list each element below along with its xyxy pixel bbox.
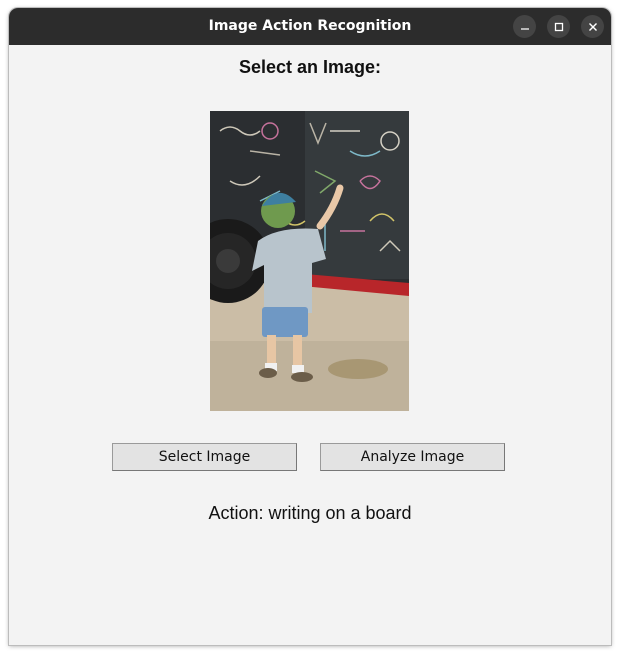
select-image-button[interactable]: Select Image: [112, 443, 297, 471]
analyze-image-button[interactable]: Analyze Image: [320, 443, 505, 471]
page-heading: Select an Image:: [238, 57, 382, 77]
maximize-icon: [554, 22, 563, 31]
minimize-icon: [520, 27, 529, 30]
app-window: Image Action Recognition Select an Image…: [9, 8, 611, 645]
close-button[interactable]: [581, 15, 604, 38]
close-icon: [588, 22, 597, 31]
action-result-label: Action: writing on a board: [208, 503, 412, 523]
minimize-button[interactable]: [513, 15, 536, 38]
main-panel: Select an Image: Select Image Analyze Im…: [9, 45, 611, 645]
maximize-button[interactable]: [547, 15, 570, 38]
title-bar[interactable]: Image Action Recognition: [9, 8, 611, 45]
selected-image-preview: [210, 111, 409, 411]
child-writing-on-board-photo: [210, 111, 409, 411]
